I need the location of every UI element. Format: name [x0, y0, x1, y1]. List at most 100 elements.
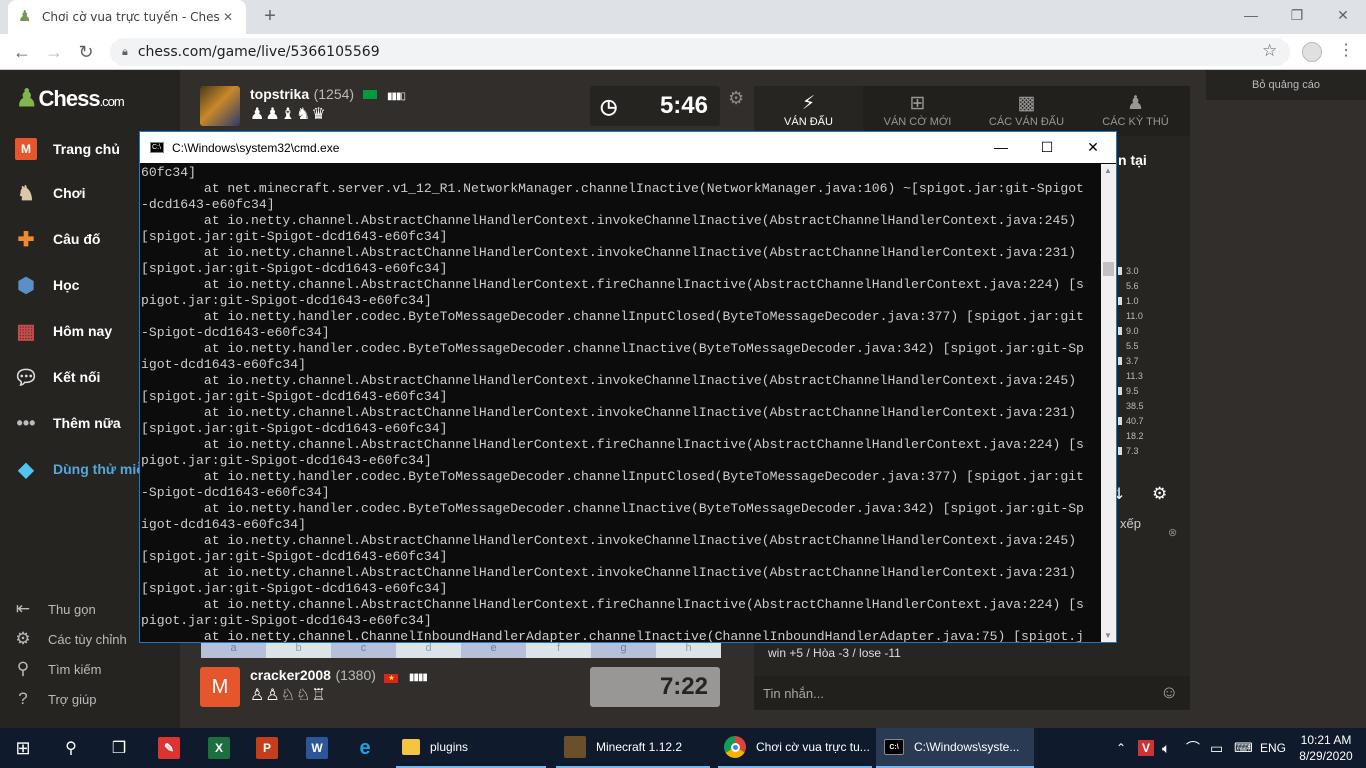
- top-player: topstrika (1254) ▮▮▮▯ ♟♟♝♞♛: [200, 86, 406, 126]
- move-time-row: 3.0: [1118, 264, 1139, 278]
- cmd-output-line: [spigot.jar:git-Spigot-dcd1643-e60fc34]: [141, 389, 448, 404]
- maximize-icon[interactable]: ☐: [1024, 132, 1070, 163]
- sidebar-item-label: Tìm kiếm: [48, 661, 102, 677]
- sidebar-item-trial[interactable]: ◆ Dùng thử miễ: [12, 454, 144, 484]
- cmd-window: C:\ C:\Windows\system32\cmd.exe — ☐ ✕ 60…: [139, 131, 1117, 643]
- avatar[interactable]: M: [200, 667, 240, 707]
- player-name[interactable]: cracker2008: [250, 667, 331, 683]
- sidebar-collapse[interactable]: ⇤ Thu gọn: [12, 594, 96, 624]
- minimize-icon[interactable]: —: [1228, 0, 1274, 30]
- sidebar-item-puzzles[interactable]: ✚ Câu đố: [12, 224, 101, 254]
- cmd-scrollbar[interactable]: ▲ ▼: [1101, 164, 1116, 642]
- tab-games[interactable]: ▩ CÁC VÁN ĐẤU: [972, 86, 1081, 136]
- taskbar-app-minecraft[interactable]: Minecraft 1.12.2: [556, 728, 710, 768]
- scroll-thumb[interactable]: [1103, 262, 1114, 276]
- signal-bars-icon: ▮▮▮▯: [386, 91, 406, 102]
- network-icon[interactable]: ⌒: [1186, 728, 1200, 768]
- sidebar-help[interactable]: ? Trợ giúp: [12, 684, 96, 714]
- gear-icon[interactable]: ⚙: [1152, 484, 1167, 504]
- cmd-output-line: at io.netty.handler.codec.ByteToMessageD…: [141, 501, 1084, 516]
- start-button[interactable]: ⊞: [12, 728, 34, 768]
- play-icon: ♞: [17, 182, 35, 205]
- taskbar-app-excel[interactable]: X: [208, 728, 230, 768]
- close-icon[interactable]: ✕: [1070, 132, 1116, 163]
- tab-game[interactable]: ⚡︎ VÁN ĐẤU: [754, 86, 863, 136]
- move-time-value: 38.5: [1126, 401, 1144, 411]
- sidebar-item-more[interactable]: ••• Thêm nữa: [12, 408, 121, 438]
- reload-icon[interactable]: ↻: [74, 40, 98, 64]
- emoji-icon[interactable]: ☺: [1160, 682, 1178, 703]
- browser-tab-chess[interactable]: ♟ Chơi cờ vua trực tuyến - Chess.co ✕: [8, 0, 246, 34]
- cmd-output[interactable]: 60fc34] at net.minecraft.server.v1_12_R1…: [141, 164, 1101, 642]
- tab-players[interactable]: ♟ CÁC KỲ THỦ: [1081, 86, 1190, 136]
- bookmark-star-icon[interactable]: ☆: [1262, 41, 1277, 61]
- restore-icon[interactable]: ❐: [1274, 0, 1320, 30]
- scroll-up-icon[interactable]: ▲: [1104, 166, 1112, 175]
- sidebar-settings[interactable]: ⚙ Các tùy chỉnh: [12, 624, 126, 654]
- taskbar-app-cmd[interactable]: C:\ C:\Windows\syste...: [876, 728, 1034, 768]
- scroll-down-icon[interactable]: ▼: [1104, 631, 1112, 640]
- close-window-icon[interactable]: ✕: [1320, 0, 1366, 30]
- move-time-value: 9.0: [1126, 326, 1139, 336]
- minimize-icon[interactable]: —: [978, 132, 1024, 163]
- cmd-output-line: at io.netty.channel.AbstractChannelHandl…: [141, 277, 1084, 292]
- close-tab-icon[interactable]: ✕: [220, 10, 236, 24]
- cmd-output-line: pigot.jar:git-Spigot-dcd1643-e60fc34]: [141, 293, 432, 308]
- taskbar-app-chrome[interactable]: Chơi cờ vua trực tu...: [718, 728, 872, 768]
- tray-app-icon[interactable]: V: [1138, 728, 1154, 768]
- volume-icon[interactable]: 🔈︎: [1162, 728, 1170, 768]
- profile-avatar[interactable]: [1302, 42, 1322, 62]
- taskbar-clock[interactable]: 10:21 AM 8/29/2020: [1292, 732, 1360, 764]
- taskbar-app-paint[interactable]: ✎: [158, 728, 180, 768]
- cmd-output-line: at io.netty.channel.AbstractChannelHandl…: [141, 565, 1077, 580]
- board-settings-icon[interactable]: ⚙: [728, 88, 744, 109]
- diamond-icon: ◆: [18, 458, 34, 481]
- move-time-row: 5.6: [1118, 279, 1139, 293]
- move-time-row: 3.7: [1118, 354, 1139, 368]
- more-menu-icon[interactable]: ⋮: [1338, 40, 1354, 60]
- player-name[interactable]: topstrika: [250, 86, 309, 102]
- cmd-output-line: 60fc34]: [141, 165, 197, 180]
- sidebar-item-play[interactable]: ♞ Chơi: [12, 178, 85, 208]
- language-indicator[interactable]: ENG: [1260, 728, 1286, 768]
- move-time-row: 40.7: [1118, 414, 1144, 428]
- search-icon: ⚲: [65, 740, 77, 757]
- tab-new-game[interactable]: ⊞ VÁN CỜ MỚI: [863, 86, 972, 136]
- sidebar-item-home[interactable]: M Trang chủ: [12, 134, 120, 164]
- time-bar: [1118, 267, 1122, 275]
- cmd-output-line: [spigot.jar:git-Spigot-dcd1643-e60fc34]: [141, 581, 448, 596]
- tray-chevron-icon[interactable]: ⌃: [1116, 728, 1126, 768]
- word-icon: W: [306, 737, 328, 759]
- back-icon[interactable]: ←: [10, 40, 34, 64]
- forward-icon[interactable]: →: [42, 40, 66, 64]
- cmd-output-line: [spigot.jar:git-Spigot-dcd1643-e60fc34]: [141, 261, 448, 276]
- avatar[interactable]: [200, 86, 240, 126]
- remove-ads-link[interactable]: Bỏ quảng cáo: [1206, 70, 1366, 100]
- taskbar-app-plugins[interactable]: plugins: [396, 728, 546, 768]
- taskbar-app-word[interactable]: W: [306, 728, 328, 768]
- chess-logo[interactable]: ♟ Chess .com: [16, 84, 125, 113]
- cmd-titlebar[interactable]: C:\ C:\Windows\system32\cmd.exe — ☐ ✕: [140, 132, 1116, 163]
- taskbar-app-powerpoint[interactable]: P: [256, 728, 278, 768]
- search-button[interactable]: ⚲: [60, 728, 82, 768]
- sidebar-item-learn[interactable]: ⬢ Học: [12, 270, 79, 300]
- new-tab-icon[interactable]: +: [260, 6, 280, 26]
- excel-icon: X: [208, 737, 230, 759]
- task-view-button[interactable]: ❒: [108, 728, 130, 768]
- ime-icon[interactable]: ⌨: [1234, 728, 1253, 768]
- taskbar-app-label: plugins: [430, 740, 469, 754]
- taskbar-app-ie[interactable]: e: [354, 728, 376, 768]
- close-icon[interactable]: ⊗: [1168, 526, 1177, 539]
- move-time-value: 40.7: [1126, 416, 1144, 426]
- move-time-value: 5.5: [1126, 341, 1139, 351]
- sidebar-item-today[interactable]: ▦ Hôm nay: [12, 316, 113, 346]
- chat-input[interactable]: Tin nhắn... ☺: [754, 676, 1190, 710]
- gear-icon: ⚙: [15, 629, 31, 648]
- move-time-row: 5.5: [1118, 339, 1139, 353]
- sidebar-item-connect[interactable]: 💬︎ Kết nối: [12, 362, 100, 392]
- move-time-row: 18.2: [1118, 429, 1144, 443]
- sidebar-search[interactable]: ⚲ Tìm kiếm: [12, 654, 102, 684]
- bottom-clock-time: 7:22: [659, 673, 708, 700]
- address-bar[interactable]: 🔒︎ chess.com/game/live/5366105569: [110, 38, 1290, 66]
- battery-icon[interactable]: ▭: [1210, 728, 1223, 768]
